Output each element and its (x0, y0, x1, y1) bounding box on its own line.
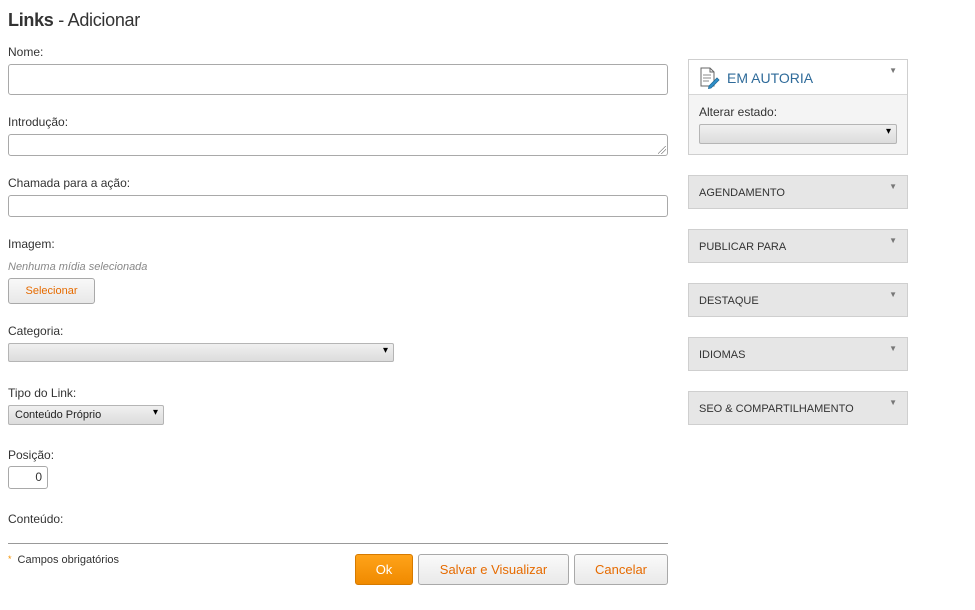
intro-textarea[interactable] (8, 134, 668, 156)
chevron-down-icon: ▾ (152, 407, 158, 418)
caret-down-icon: ▼ (889, 236, 897, 245)
select-media-button[interactable]: Selecionar (8, 278, 95, 304)
panel-scheduling[interactable]: AGENDAMENTO ▼ (688, 175, 908, 209)
panel-label: DESTAQUE (699, 295, 759, 307)
change-state-label: Alterar estado: (699, 105, 778, 119)
position-input[interactable]: 0 (8, 466, 48, 489)
chevron-down-icon: ▾ (382, 345, 388, 356)
panel-label: SEO & COMPARTILHAMENTO (699, 403, 854, 415)
image-empty-text: Nenhuma mídia selecionada (8, 261, 148, 273)
cta-label: Chamada para a ação: (8, 176, 131, 190)
category-label: Categoria: (8, 324, 64, 338)
category-select[interactable]: ▾ (8, 343, 394, 362)
content-label: Conteúdo: (8, 512, 64, 526)
panel-publish-to[interactable]: PUBLICAR PARA ▼ (688, 229, 908, 263)
panel-languages[interactable]: IDIOMAS ▼ (688, 337, 908, 371)
caret-down-icon: ▼ (889, 290, 897, 299)
resize-handle-icon[interactable] (658, 146, 666, 154)
divider (8, 543, 668, 544)
ok-button[interactable]: Ok (355, 554, 413, 585)
page-title: Links - Adicionar (8, 10, 140, 31)
status-title: EM AUTORIA (727, 70, 814, 86)
link-type-select[interactable]: Conteúdo Próprio ▾ (8, 405, 164, 425)
position-label: Posição: (8, 448, 55, 462)
caret-down-icon: ▼ (889, 398, 897, 407)
status-panel-header[interactable]: EM AUTORIA ▼ (689, 60, 907, 95)
cancel-button[interactable]: Cancelar (574, 554, 668, 585)
save-preview-button[interactable]: Salvar e Visualizar (418, 554, 569, 585)
panel-seo-sharing[interactable]: SEO & COMPARTILHAMENTO ▼ (688, 391, 908, 425)
intro-label: Introdução: (8, 115, 69, 129)
name-label: Nome: (8, 45, 44, 59)
image-label: Imagem: (8, 237, 55, 251)
panel-label: AGENDAMENTO (699, 187, 785, 199)
page-title-action: - Adicionar (53, 10, 140, 30)
link-type-value: Conteúdo Próprio (15, 409, 102, 421)
required-note-text: Campos obrigatórios (17, 554, 120, 566)
chevron-down-icon: ▾ (885, 126, 891, 137)
status-panel: EM AUTORIA ▼ Alterar estado: ▾ (688, 59, 908, 155)
panel-highlight[interactable]: DESTAQUE ▼ (688, 283, 908, 317)
link-type-label: Tipo do Link: (8, 386, 77, 400)
caret-down-icon: ▼ (889, 182, 897, 191)
page-title-module: Links (8, 10, 54, 30)
required-note: * Campos obrigatórios (8, 554, 119, 566)
panel-label: PUBLICAR PARA (699, 241, 787, 253)
caret-down-icon: ▼ (889, 344, 897, 353)
cta-input[interactable] (8, 195, 668, 217)
panel-label: IDIOMAS (699, 349, 746, 361)
caret-down-icon[interactable]: ▼ (889, 66, 897, 75)
required-icon: * (8, 554, 12, 564)
name-input[interactable] (8, 64, 668, 95)
change-state-select[interactable]: ▾ (699, 124, 897, 144)
document-edit-icon (699, 67, 721, 94)
